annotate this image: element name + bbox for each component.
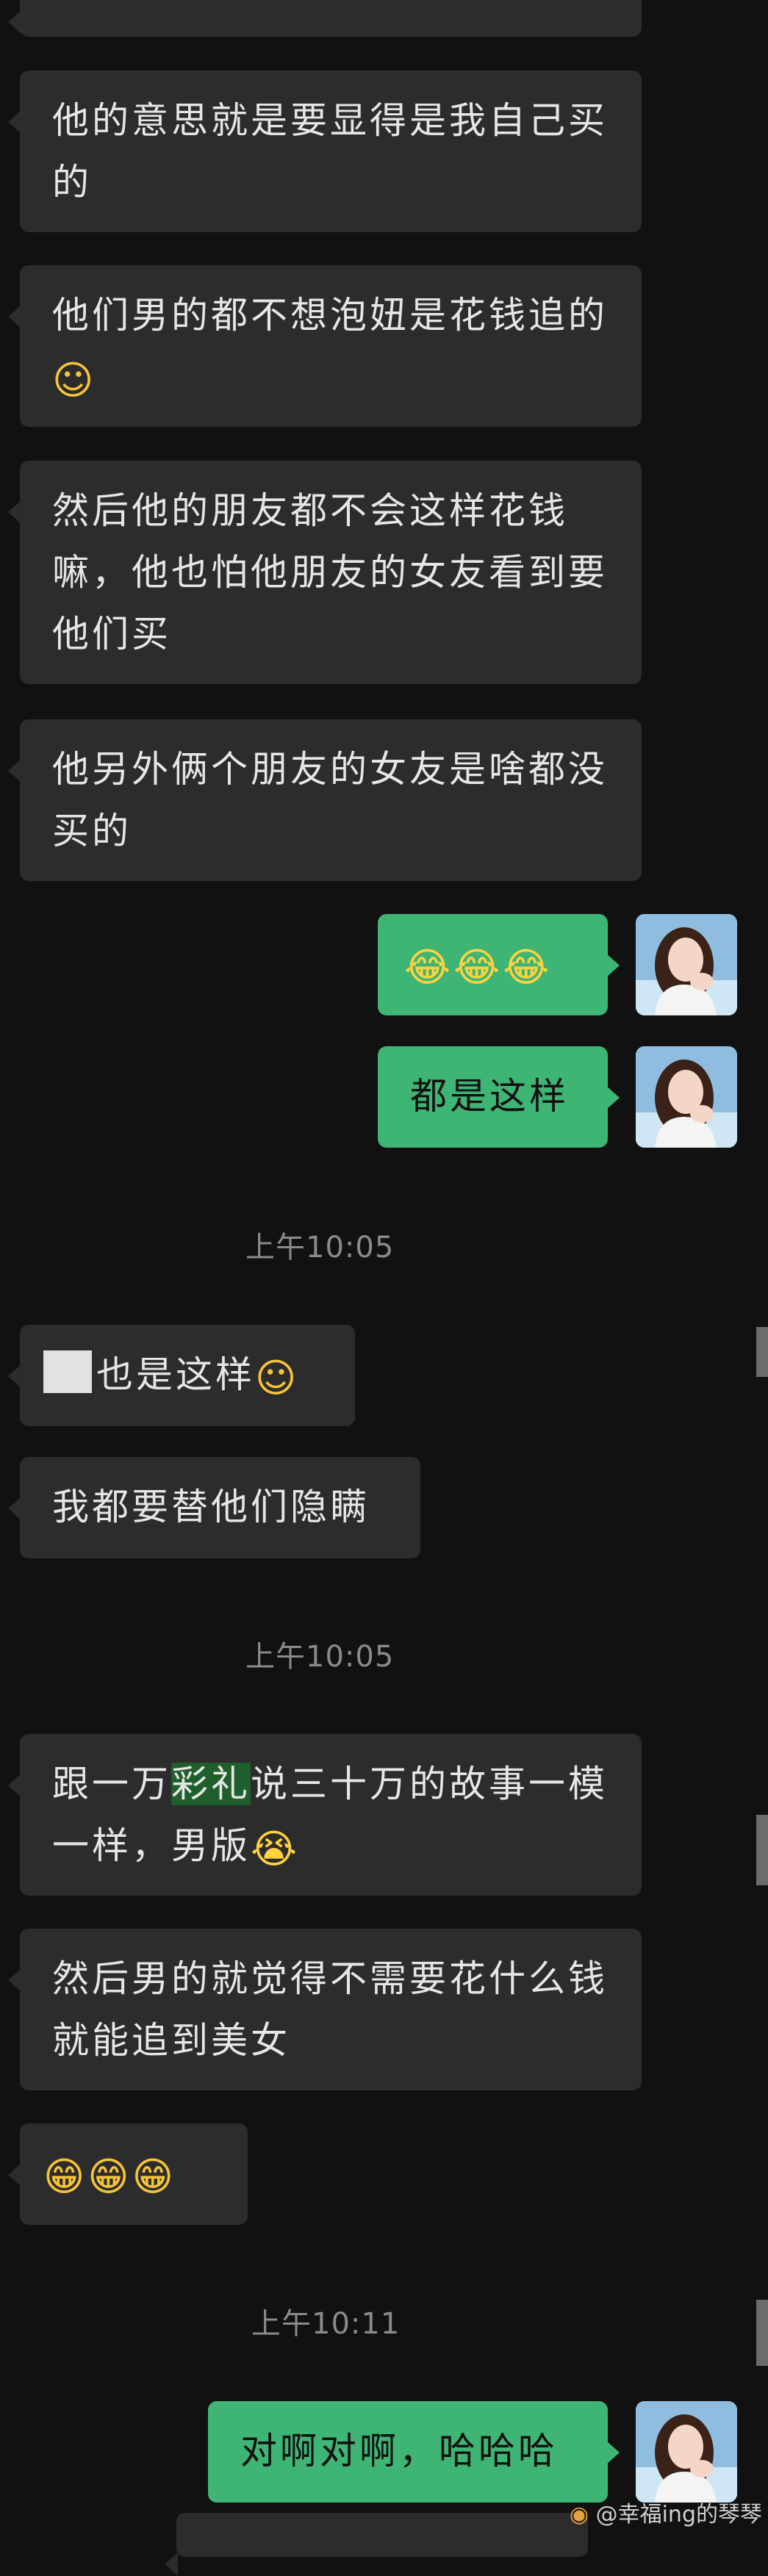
message-bubble-incoming[interactable]: 😁😁😁: [8, 2123, 248, 2225]
message-bubble-incoming[interactable]: 然后他的朋友都不会这样花钱嘛，他也怕他朋友的女友看到要他们买: [8, 461, 642, 684]
smile-emoji: ☺: [255, 1355, 300, 1401]
message-text: 他的意思就是要显得是我自己买的: [52, 99, 608, 204]
message-timestamp: 上午10:05: [245, 1231, 395, 1264]
message-bubble-incoming[interactable]: 他们男的都不想泡妞是花钱追的 ☺: [8, 265, 642, 427]
message-text: 然后男的就觉得不需要花什么钱就能追到美女: [52, 1957, 608, 2062]
user-avatar[interactable]: [636, 1046, 737, 1148]
censored-name-block: [43, 1350, 92, 1393]
message-timestamp: 上午10:11: [251, 2307, 401, 2341]
highlighted-keyword[interactable]: 彩礼: [171, 1763, 251, 1805]
message-text: 我都要替他们隐瞒: [52, 1486, 370, 1528]
message-text: 也是这样: [96, 1353, 255, 1396]
weibo-watermark: ◉ @幸福ing的琴琴: [570, 2496, 762, 2528]
message-bubble-incoming[interactable]: 然后男的就觉得不需要花什么钱就能追到美女: [8, 1929, 642, 2090]
scroll-indicator[interactable]: [756, 2300, 768, 2366]
scroll-indicator[interactable]: [756, 1327, 768, 1377]
avatar-portrait-icon: [636, 1046, 737, 1148]
message-bubble-incoming[interactable]: 跟一万彩礼说三十万的故事一模一样，男版😭: [8, 1734, 642, 1896]
message-text: 都是这样: [410, 1075, 569, 1118]
partial-message-bubble[interactable]: [8, 0, 642, 37]
message-bubble-outgoing[interactable]: 都是这样: [378, 1046, 620, 1148]
scroll-indicator[interactable]: [756, 1815, 768, 1885]
message-bubble-incoming[interactable]: 也是这样☺: [8, 1325, 355, 1426]
watermark-text: @幸福ing的琴琴: [595, 2502, 762, 2528]
partial-message-bubble[interactable]: [165, 2513, 588, 2576]
message-text: 他们男的都不想泡妞是花钱追的: [52, 294, 608, 337]
user-avatar[interactable]: [636, 2401, 737, 2503]
message-text: 然后他的朋友都不会这样花钱嘛，他也怕他朋友的女友看到要他们买: [52, 489, 608, 655]
message-bubble-incoming[interactable]: 他的意思就是要显得是我自己买的: [8, 71, 642, 232]
message-text: 他另外俩个朋友的女友是啥都没买的: [52, 748, 608, 852]
avatar-portrait-icon: [636, 914, 737, 1015]
sob-emoji: 😭: [251, 1826, 301, 1872]
tears-of-joy-emoji: 😂😂😂: [404, 944, 553, 990]
avatar-portrait-icon: [636, 2401, 737, 2503]
message-bubble-outgoing[interactable]: 😂😂😂: [378, 914, 620, 1015]
message-bubble-outgoing[interactable]: 对啊对啊，哈哈哈: [208, 2401, 620, 2503]
weibo-icon: ◉: [569, 2502, 589, 2528]
message-bubble-incoming[interactable]: 他另外俩个朋友的女友是啥都没买的: [8, 719, 642, 881]
grinning-emoji: 😁😁😁: [43, 2154, 176, 2200]
message-bubble-incoming[interactable]: 我都要替他们隐瞒: [8, 1457, 420, 1558]
smile-emoji: ☺: [52, 357, 97, 403]
message-text: 对啊对啊，哈哈哈: [240, 2430, 558, 2472]
message-timestamp: 上午10:05: [245, 1640, 395, 1674]
user-avatar[interactable]: [636, 914, 737, 1015]
message-text: 跟一万: [52, 1763, 171, 1805]
